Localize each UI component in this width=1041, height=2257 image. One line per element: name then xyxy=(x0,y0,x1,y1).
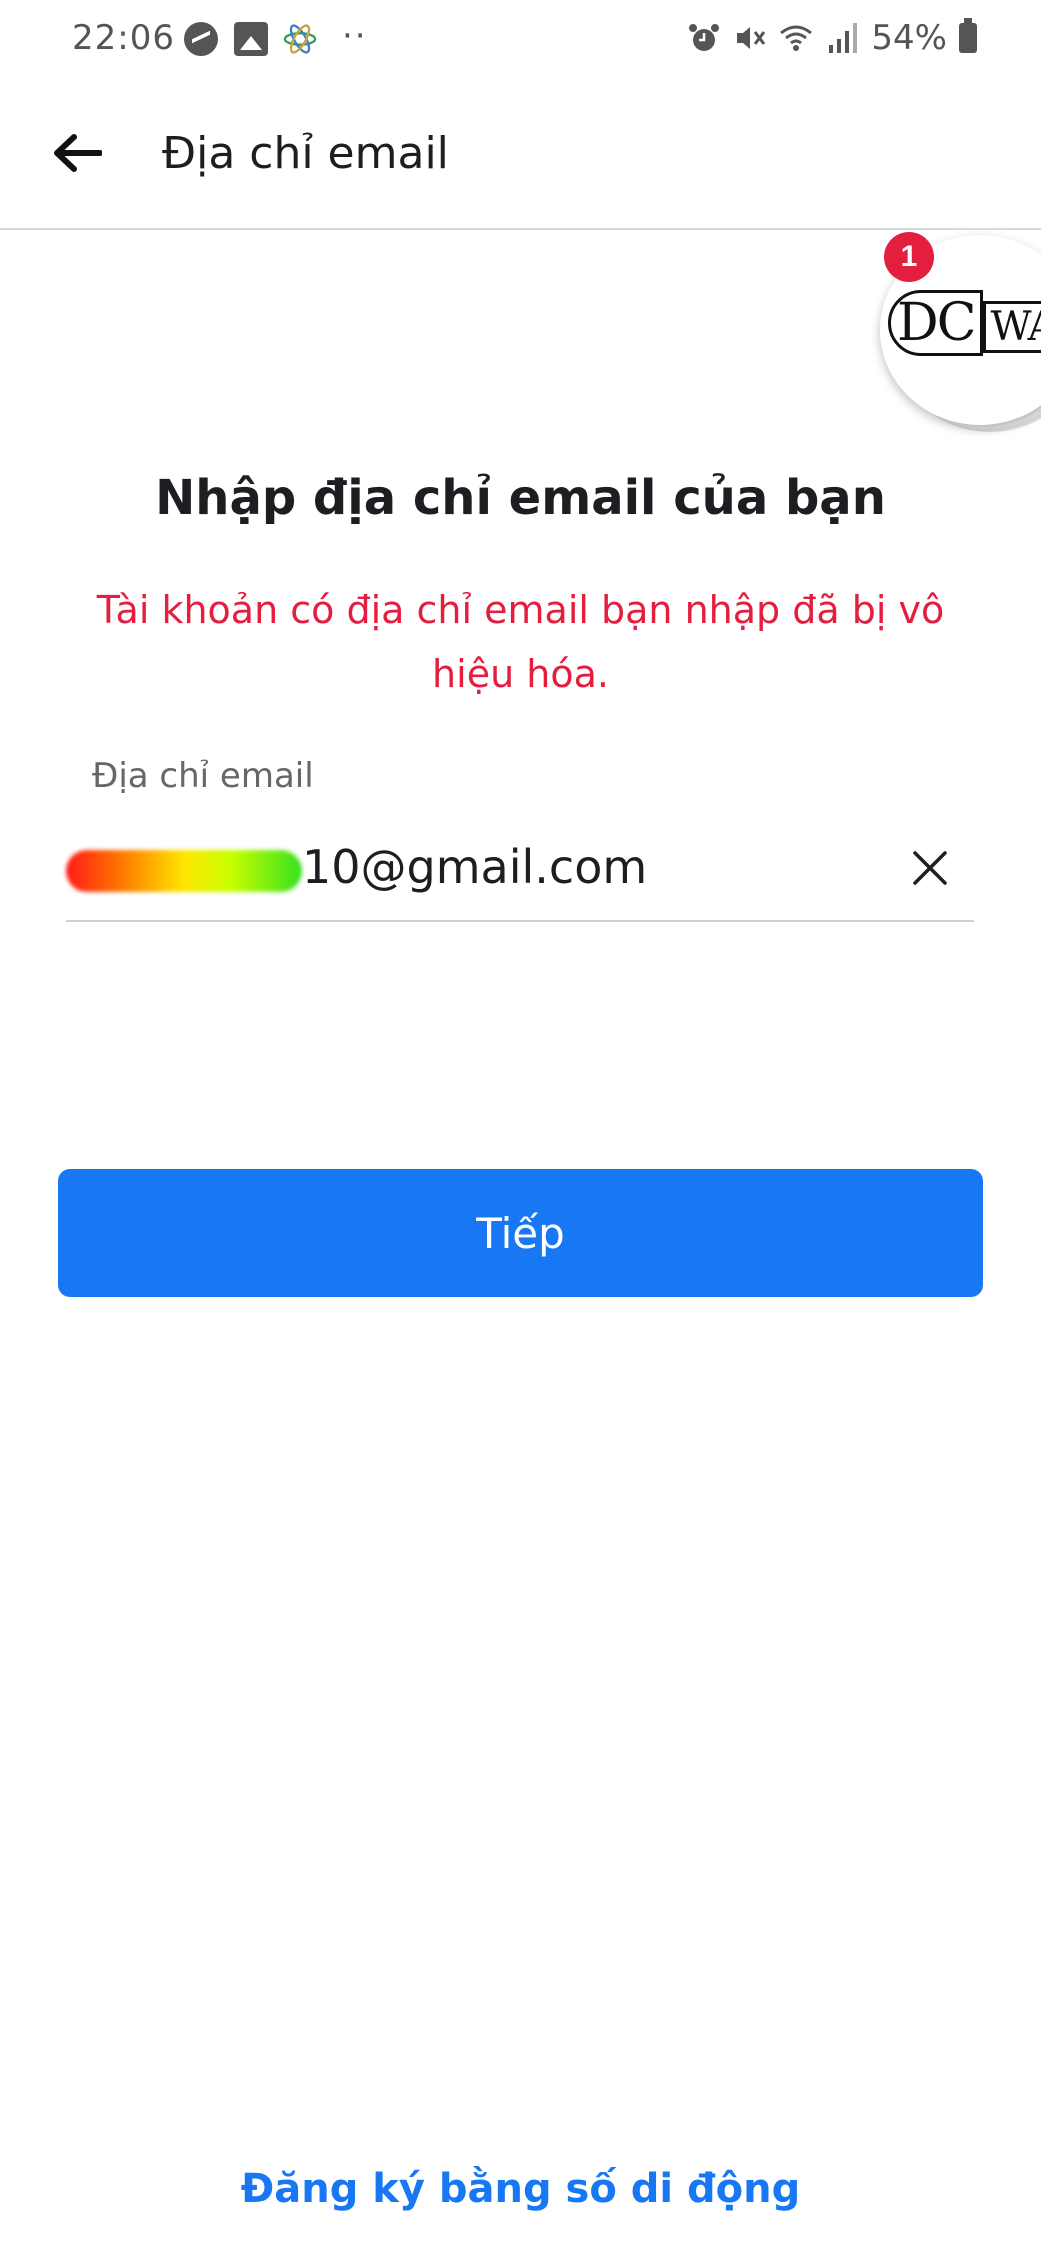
wifi-icon xyxy=(780,25,813,51)
gallery-icon xyxy=(234,22,268,56)
more-notifications-indicator: ·· xyxy=(342,16,368,56)
signal-icon xyxy=(829,23,858,53)
close-icon xyxy=(913,851,947,885)
email-field-label: Địa chỉ email xyxy=(92,756,314,796)
page-title: Địa chỉ email xyxy=(162,128,449,179)
battery-percent: 54% xyxy=(871,18,947,58)
status-right: 54% xyxy=(687,18,977,58)
dcwao-logo: DCWAO xyxy=(888,290,1041,356)
signup-with-mobile-link[interactable]: Đăng ký bằng số di động xyxy=(0,2166,1041,2212)
atom-icon xyxy=(283,24,317,54)
redaction-scribble xyxy=(66,850,302,892)
app-header: Địa chỉ email xyxy=(0,80,1041,230)
arrow-left-icon xyxy=(54,134,102,172)
next-button[interactable]: Tiếp xyxy=(58,1169,983,1297)
messenger-icon xyxy=(184,22,218,56)
email-field[interactable]: 10@gmail.com xyxy=(66,820,974,922)
notification-count-badge: 1 xyxy=(884,232,934,282)
mute-icon xyxy=(737,27,766,49)
error-message: Tài khoản có địa chỉ email bạn nhập đã b… xyxy=(96,588,945,696)
alarm-icon xyxy=(689,24,720,51)
status-time: 22:06 xyxy=(72,18,175,58)
page-heading: Nhập địa chỉ email của bạn xyxy=(155,470,886,526)
status-bar: 22:06 ·· 54% xyxy=(0,0,1041,80)
clear-input-button[interactable] xyxy=(902,840,958,896)
email-visible-text: 10@gmail.com xyxy=(302,840,648,894)
battery-icon xyxy=(959,18,977,53)
back-button[interactable] xyxy=(44,120,110,186)
